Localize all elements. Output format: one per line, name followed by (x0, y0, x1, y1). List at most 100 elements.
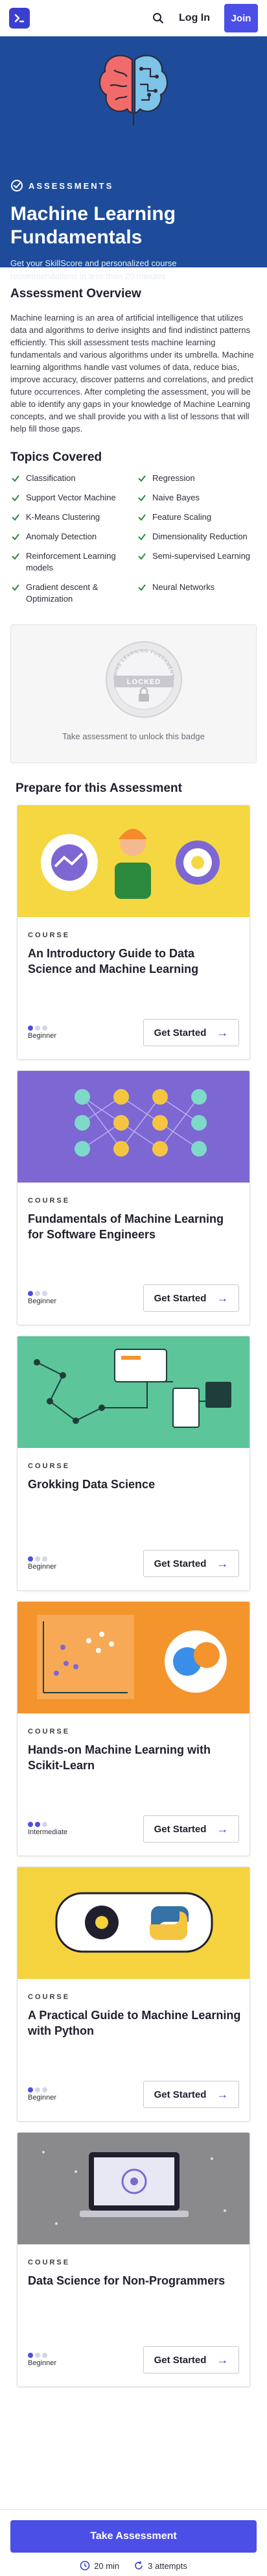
check-icon (138, 553, 146, 560)
arrow-right-icon: → (216, 1822, 229, 1835)
topic-item: Naive Bayes (137, 492, 257, 504)
course-card[interactable]: COURSE Fundamentals of Machine Learning … (17, 1070, 250, 1325)
course-image (17, 1867, 250, 1979)
course-image (17, 1336, 250, 1448)
level-dots (28, 2353, 143, 2358)
overview-body: Machine learning is an area of artificia… (10, 313, 254, 434)
course-kicker: COURSE (28, 931, 71, 939)
course-card[interactable]: COURSE Grokking Data Science Beginner Ge… (17, 1336, 250, 1591)
topic-label: Dimensionality Reduction (152, 532, 248, 541)
get-started-button[interactable]: Get Started → (143, 1284, 239, 1312)
course-footer: Intermediate Get Started → (28, 1815, 239, 1843)
search-icon (153, 13, 164, 23)
topic-label: Support Vector Machine (26, 493, 116, 502)
course-kicker: COURSE (28, 1462, 71, 1470)
course-level: Beginner (28, 1291, 143, 1305)
get-started-button[interactable]: Get Started → (143, 2346, 239, 2374)
topic-item: Classification (10, 472, 130, 484)
take-assessment-button[interactable]: Take Assessment (10, 2520, 257, 2553)
course-footer: Beginner Get Started → (28, 2346, 239, 2374)
level-label: Beginner (28, 2094, 57, 2102)
arrow-right-icon: → (216, 1556, 229, 1570)
check-icon (12, 495, 19, 502)
level-label: Intermediate (28, 1828, 68, 1836)
level-dots (28, 1291, 143, 1296)
level-label: Beginner (28, 2359, 57, 2367)
assessment-icon (11, 180, 23, 191)
course-title[interactable]: Fundamentals of Machine Learning for Sof… (28, 1211, 242, 1242)
bottom-bar: Take Assessment 20 min 3 attempts (0, 2509, 267, 2576)
course-footer: Beginner Get Started → (28, 1549, 239, 1578)
hero-tag: ASSESSMENTS (10, 179, 113, 192)
laptop-illustration (42, 2151, 226, 2225)
topic-label: Reinforcement Learning models (26, 551, 116, 572)
topic-item: Neural Networks (137, 582, 257, 605)
hero-subtitle: Get your SkillScore and personalized cou… (10, 258, 177, 281)
terminal-icon (14, 14, 25, 23)
course-title[interactable]: Hands-on Machine Learning with Scikit-Le… (28, 1742, 242, 1773)
check-icon (12, 553, 19, 560)
topic-label: Naive Bayes (152, 493, 200, 502)
prepare-heading: Prepare for this Assessment (16, 781, 182, 795)
check-icon (138, 475, 146, 482)
course-kicker: COURSE (28, 1728, 71, 1736)
duration-label: 20 min (94, 2560, 120, 2571)
get-started-button[interactable]: Get Started → (143, 2081, 239, 2108)
course-title[interactable]: Data Science for Non-Programmers (28, 2273, 242, 2288)
topic-label: K-Means Clustering (26, 512, 100, 522)
check-icon (12, 514, 19, 521)
login-link[interactable]: Log In (179, 12, 210, 24)
topic-label: Anomaly Detection (26, 532, 97, 541)
course-card[interactable]: COURSE An Introductory Guide to Data Sci… (17, 805, 250, 1060)
topic-item: K-Means Clustering (10, 511, 130, 523)
arrow-right-icon: → (216, 1291, 229, 1305)
course-footer: Beginner Get Started → (28, 1284, 239, 1312)
get-started-label: Get Started (154, 1558, 207, 1569)
topics-covered: Topics Covered Classification Regression… (0, 435, 267, 605)
python-illustration (55, 1892, 213, 1953)
search-button[interactable] (146, 6, 170, 30)
check-icon (12, 475, 19, 482)
topic-item: Support Vector Machine (10, 492, 130, 504)
get-started-button[interactable]: Get Started → (143, 1815, 239, 1843)
join-button[interactable]: Join (224, 4, 258, 32)
topics-list: Classification Regression Support Vector… (10, 472, 257, 605)
level-dots (28, 1556, 143, 1562)
topic-item: Feature Scaling (137, 511, 257, 523)
check-icon (138, 514, 146, 521)
course-footer: Beginner Get Started → (28, 2080, 239, 2109)
get-started-button[interactable]: Get Started → (143, 1019, 239, 1046)
topic-label: Classification (26, 473, 76, 483)
course-card[interactable]: COURSE Hands-on Machine Learning with Sc… (17, 1601, 250, 1856)
course-title[interactable]: Grokking Data Science (28, 1477, 242, 1492)
course-card[interactable]: COURSE A Practical Guide to Machine Lear… (17, 1867, 250, 2122)
overview-heading: Assessment Overview (10, 287, 141, 301)
course-level: Beginner (28, 2353, 143, 2367)
course-image (17, 2133, 250, 2244)
course-footer: Beginner Get Started → (28, 1018, 239, 1047)
course-title[interactable]: An Introductory Guide to Data Science an… (28, 946, 242, 977)
check-icon (138, 495, 146, 502)
course-card[interactable]: COURSE Data Science for Non-Programmers … (17, 2132, 250, 2387)
duration-meta: 20 min (80, 2560, 119, 2571)
get-started-label: Get Started (154, 2089, 207, 2100)
topic-item: Dimensionality Reduction (137, 531, 257, 543)
brain-illustration (99, 55, 168, 126)
course-image (17, 805, 250, 917)
top-nav: Log In Join (0, 0, 267, 36)
topic-label: Feature Scaling (152, 512, 212, 522)
arrow-right-icon: → (216, 2353, 229, 2366)
topic-label: Gradient descent & Optimization (26, 582, 99, 604)
topic-item: Regression (137, 472, 257, 484)
get-started-label: Get Started (154, 2354, 207, 2366)
topic-item: Reinforcement Learning models (10, 550, 130, 574)
hero: ASSESSMENTS Machine Learning Fundamental… (0, 36, 267, 281)
data-science-illustration (41, 829, 220, 899)
get-started-button[interactable]: Get Started → (143, 1550, 239, 1577)
course-level: Beginner (28, 1025, 143, 1040)
level-label: Beginner (28, 1563, 57, 1571)
course-title[interactable]: A Practical Guide to Machine Learning wi… (28, 2007, 242, 2039)
logo[interactable] (9, 8, 30, 29)
course-level: Beginner (28, 1556, 143, 1571)
topic-item: Gradient descent & Optimization (10, 582, 130, 605)
